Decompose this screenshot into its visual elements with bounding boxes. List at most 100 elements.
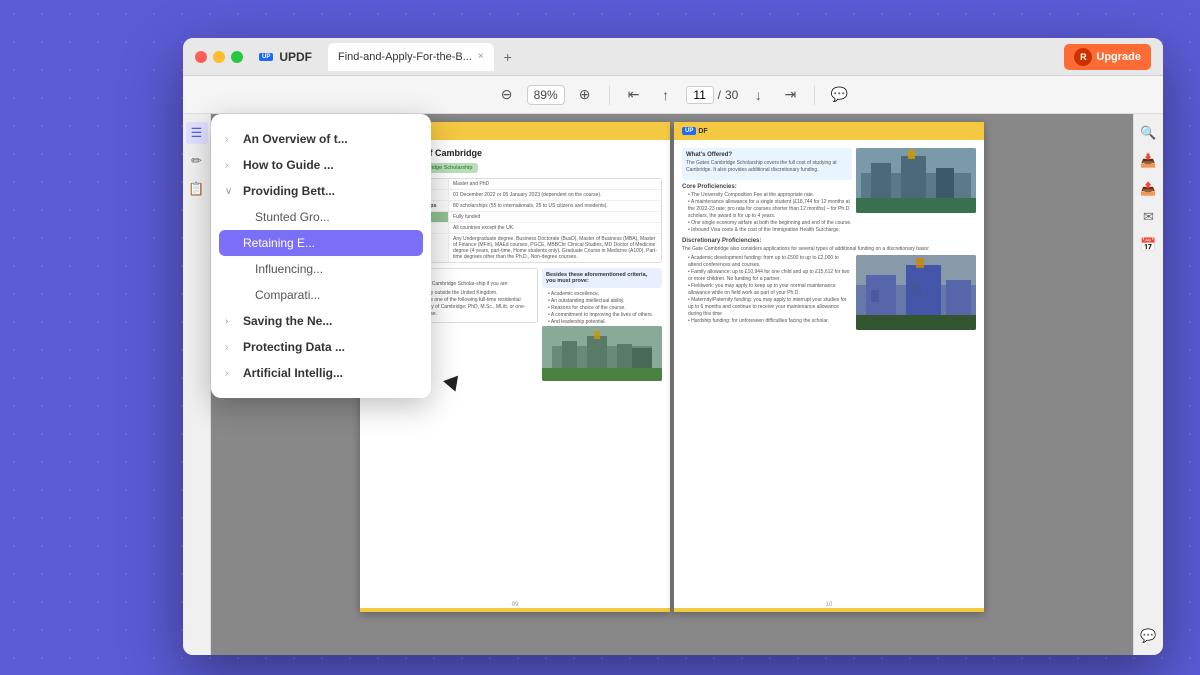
- chevron-right-icon-4: ›: [225, 342, 237, 353]
- toc-item-saving[interactable]: › Saving the Ne...: [211, 308, 431, 334]
- maximize-button[interactable]: [231, 51, 243, 63]
- chat-button[interactable]: 💬: [1138, 625, 1160, 647]
- cambridge-image-right-bottom: [856, 255, 976, 330]
- disc-bullet-4: • Maternity/Paternity funding: you may a…: [682, 297, 852, 318]
- core-bullet-3: • One single economy airfare at both the…: [682, 220, 852, 227]
- toc-item-comparati[interactable]: Comparati...: [211, 282, 431, 308]
- disc-bullet-2: • Family allowance: up to £10,944 for on…: [682, 269, 852, 283]
- toc-item-ai[interactable]: › Artificial Intellig...: [211, 360, 431, 386]
- core-bullet-1: • The University Composition Fee at the …: [682, 192, 852, 199]
- toolbar-separator: [609, 85, 610, 105]
- share-button[interactable]: 📤: [1138, 178, 1160, 200]
- prev-page-button[interactable]: ↑: [654, 83, 678, 107]
- toc-label-stunted: Stunted Gro...: [237, 210, 330, 224]
- minimize-button[interactable]: [213, 51, 225, 63]
- core-bullet-2: • A maintenance allowance for a single s…: [682, 199, 852, 220]
- total-pages: 30: [725, 88, 738, 102]
- toc-popup: › An Overview of t... › How to Guide ...…: [211, 114, 431, 398]
- page-right: UP DF What's Offered? The Gates Cambridg…: [674, 122, 984, 612]
- discretionary-cols: • Academic development funding: from up …: [682, 255, 976, 334]
- chevron-down-icon: ∨: [225, 186, 237, 197]
- whats-offered-text: The Gates Cambridge Scholarship covers t…: [686, 160, 848, 174]
- toc-panel-button[interactable]: ☰: [186, 122, 208, 144]
- chevron-right-icon: ›: [225, 134, 237, 145]
- disc-bullet-3: • Fieldwork: you may apply to keep up to…: [682, 283, 852, 297]
- page-logo-right: UP: [682, 127, 696, 135]
- right-sidebar: 🔍 📥 📤 ✉ 📅 💬: [1133, 114, 1163, 655]
- cambridge-image-right-top: [856, 148, 976, 213]
- comment-button[interactable]: 💬: [827, 83, 851, 107]
- toc-item-providing[interactable]: ∨ Providing Bett...: [211, 178, 431, 204]
- toc-label-overview: An Overview of t...: [243, 132, 348, 146]
- whats-offered-title: What's Offered?: [686, 152, 848, 158]
- last-page-button[interactable]: ⇥: [778, 83, 802, 107]
- toc-label-providing: Providing Bett...: [243, 184, 335, 198]
- title-bar: UP UPDF Find-and-Apply-For-the-B... × + …: [183, 38, 1163, 76]
- search-panel-button[interactable]: 🔍: [1138, 122, 1160, 144]
- chevron-right-icon-2: ›: [225, 160, 237, 171]
- disc-bullet-1: • Academic development funding: from up …: [682, 255, 852, 269]
- zoom-in-button[interactable]: ⊕: [573, 83, 597, 107]
- user-avatar: R: [1074, 48, 1092, 66]
- chevron-right-icon-5: ›: [225, 368, 237, 379]
- toc-item-overview[interactable]: › An Overview of t...: [211, 126, 431, 152]
- close-button[interactable]: [195, 51, 207, 63]
- value-level: Master and PhD: [449, 179, 661, 189]
- chevron-right-icon-3: ›: [225, 316, 237, 327]
- page-number-input[interactable]: [686, 86, 714, 104]
- upgrade-label: Upgrade: [1096, 51, 1141, 63]
- zoom-out-button[interactable]: ⊖: [495, 83, 519, 107]
- first-page-button[interactable]: ⇤: [622, 83, 646, 107]
- zoom-level-display[interactable]: 89%: [527, 85, 565, 105]
- upgrade-button[interactable]: R Upgrade: [1064, 44, 1151, 70]
- logo-text: UPDF: [279, 50, 312, 64]
- toc-item-howto[interactable]: › How to Guide ...: [211, 152, 431, 178]
- discretionary-title: Discretionary Proficiencies:: [682, 238, 976, 244]
- next-page-button[interactable]: ↓: [746, 83, 770, 107]
- value-scholarships: 80 scholarships (55 to internationals, 2…: [449, 201, 661, 211]
- toc-item-influencing[interactable]: Influencing...: [211, 256, 431, 282]
- zoom-in-icon: ⊕: [579, 86, 591, 103]
- besides-header: Besides these aforementioned criteria, y…: [542, 268, 662, 288]
- toc-item-retaining[interactable]: Retaining E...: [219, 230, 423, 256]
- toc-item-stunted[interactable]: Stunted Gro...: [211, 204, 431, 230]
- mail-button[interactable]: ✉: [1138, 206, 1160, 228]
- page-separator: /: [718, 88, 721, 102]
- besides-bullet-4: • A commitment to improving the lives of…: [542, 312, 662, 319]
- annotate-button[interactable]: ✏: [186, 150, 208, 172]
- page-footer-stripe-right: [674, 608, 984, 612]
- toc-item-protecting[interactable]: › Protecting Data ...: [211, 334, 431, 360]
- left-sidebar: ☰ ✏ 📋: [183, 114, 211, 655]
- active-tab[interactable]: Find-and-Apply-For-the-B... ×: [328, 43, 494, 71]
- discretionary-image-col: [856, 255, 976, 334]
- toc-label-howto: How to Guide ...: [243, 158, 334, 172]
- calendar-button[interactable]: 📅: [1138, 234, 1160, 256]
- cambridge-image-left: [542, 326, 662, 381]
- discretionary-intro: The Gate Cambridge also considers applic…: [682, 246, 976, 253]
- core-bullet-4: • Inbound Visa costs & the cost of the I…: [682, 227, 852, 234]
- value-opento: All countries except the UK.: [449, 223, 661, 233]
- new-tab-button[interactable]: +: [498, 47, 518, 67]
- toc-label-retaining: Retaining E...: [243, 236, 315, 250]
- toc-label-saving: Saving the Ne...: [243, 314, 332, 328]
- tab-title: Find-and-Apply-For-the-B...: [338, 51, 472, 63]
- discretionary-left: • Academic development funding: from up …: [682, 255, 852, 334]
- window-controls: [195, 51, 243, 63]
- tab-close-icon[interactable]: ×: [478, 51, 484, 62]
- page-footer-stripe-left: [360, 608, 670, 612]
- pages-button[interactable]: 📋: [186, 178, 208, 200]
- besides-bullet-5: • And leadership potential.: [542, 319, 662, 326]
- download-button[interactable]: 📥: [1138, 150, 1160, 172]
- value-deadline: 01 December 2022 or 05 January 2023 (dep…: [449, 190, 661, 200]
- besides-bullet-2: • An outstanding intellectual ability.: [542, 298, 662, 305]
- besides-bullet-1: • Academic excellence.: [542, 291, 662, 298]
- right-image-col: [856, 148, 976, 234]
- app-logo: UP UPDF: [259, 50, 312, 64]
- value-subjects: Any Undergraduate degree, Business Docto…: [449, 234, 661, 262]
- toc-label-protecting: Protecting Data ...: [243, 340, 345, 354]
- app-window: UP UPDF Find-and-Apply-For-the-B... × + …: [183, 38, 1163, 655]
- tab-bar: Find-and-Apply-For-the-B... × +: [328, 43, 1056, 71]
- updf-logo-box: UP: [259, 53, 273, 61]
- besides-bullet-3: • Reasons for choice of the course.: [542, 305, 662, 312]
- besides-section: Besides these aforementioned criteria, y…: [542, 268, 662, 385]
